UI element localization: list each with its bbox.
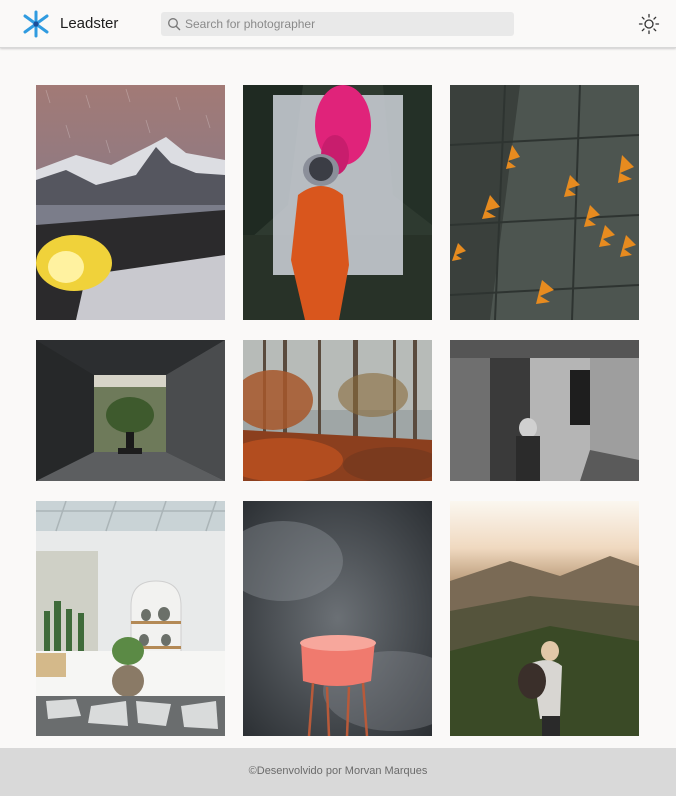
autumn-forest-fog-image <box>243 340 432 481</box>
astronaut-pink-smoke-image <box>243 85 432 320</box>
search-input[interactable] <box>185 12 505 36</box>
hiker-sunset-mountain-image <box>450 501 639 736</box>
mountain-tent-night-image <box>36 85 225 320</box>
leadster-logo-icon[interactable] <box>20 10 52 38</box>
autumn-leaves-pavement-image <box>450 85 639 320</box>
photo-card[interactable] <box>450 85 639 320</box>
black-white-old-building-image <box>450 340 639 481</box>
photo-card[interactable] <box>243 85 432 320</box>
brand-name[interactable]: Leadster <box>60 15 118 32</box>
search-bar[interactable] <box>161 12 514 36</box>
concrete-tunnel-garden-image <box>36 340 225 481</box>
white-patio-cactus-shelves-image <box>36 501 225 736</box>
photo-card[interactable] <box>36 85 225 320</box>
photo-card[interactable] <box>243 340 432 481</box>
photo-card[interactable] <box>450 501 639 736</box>
photo-card[interactable] <box>243 501 432 736</box>
footer-credit-text: Desenvolvido por Morvan Marques <box>256 765 428 777</box>
search-icon <box>168 18 181 31</box>
photo-card[interactable] <box>450 340 639 481</box>
photo-card[interactable] <box>36 501 225 736</box>
copyright-symbol: © <box>248 765 257 777</box>
photo-gallery <box>0 0 676 796</box>
top-bar: Leadster <box>0 0 676 48</box>
pink-chair-smoke-image <box>243 501 432 736</box>
sun-icon[interactable] <box>638 13 660 35</box>
footer-credit: ©Desenvolvido por Morvan Marques <box>0 765 676 777</box>
footer: ©Desenvolvido por Morvan Marques <box>0 748 676 796</box>
photo-card[interactable] <box>36 340 225 481</box>
